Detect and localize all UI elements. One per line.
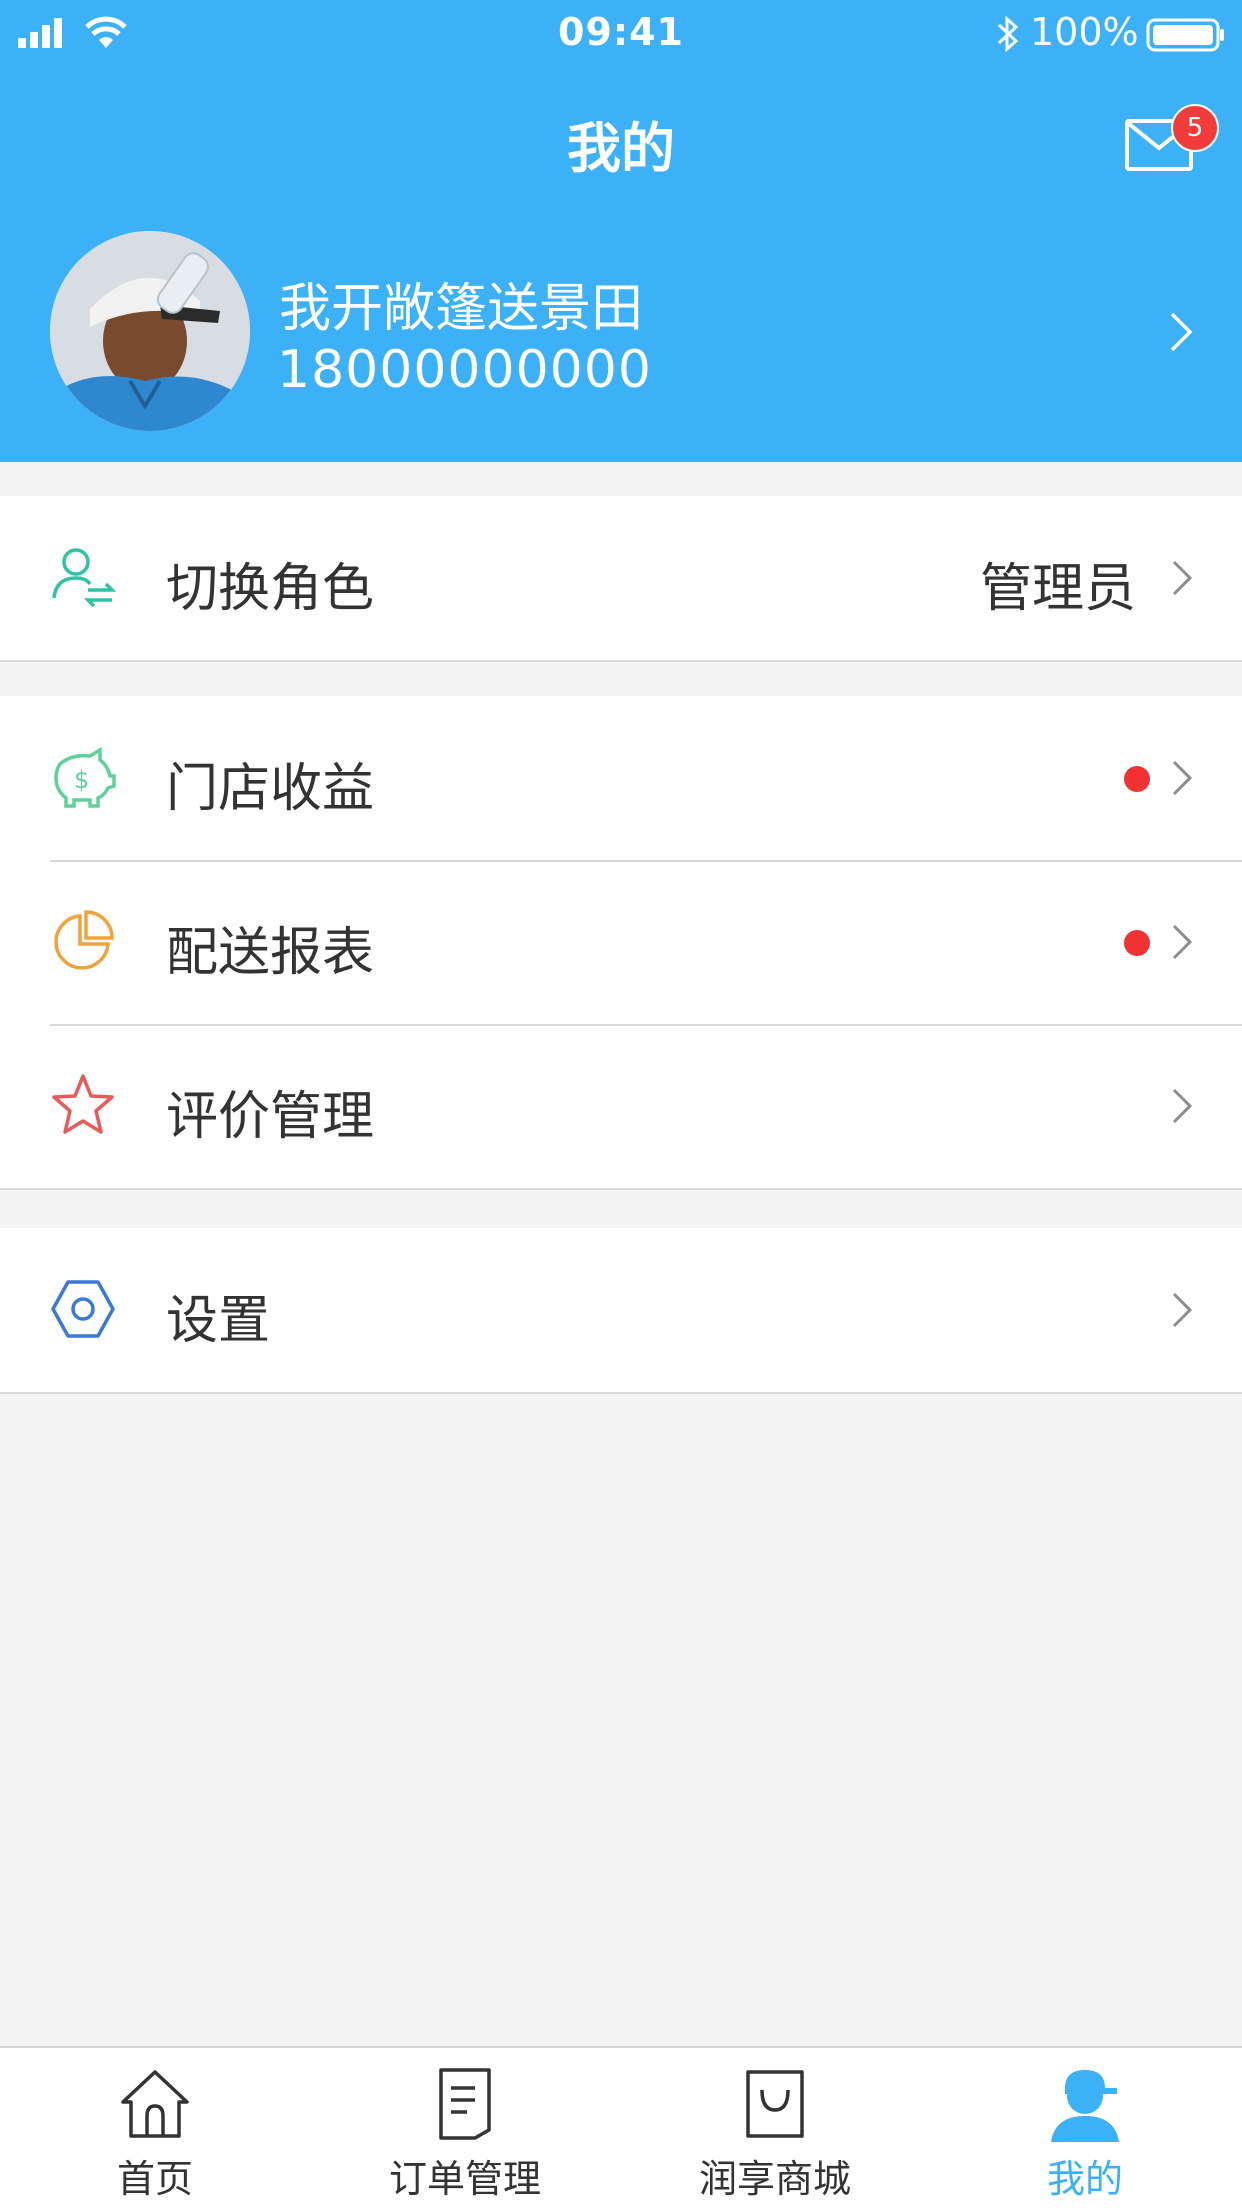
tab-orders[interactable]: 订单管理 xyxy=(310,2048,620,2210)
menu-label: 设置 xyxy=(166,1291,271,1351)
menu-item-store-earnings[interactable]: $ 门店收益 xyxy=(0,696,1242,860)
chevron-right-icon xyxy=(1172,1292,1193,1328)
role-value: 管理员 xyxy=(979,559,1136,619)
tab-home[interactable]: 首页 xyxy=(0,2048,310,2210)
star-icon xyxy=(52,1074,114,1134)
page-title: 我的 xyxy=(567,117,675,180)
profile-header: 09:41 100% 我的 5 我开敞篷送景田 18000000000 xyxy=(0,0,1242,462)
home-icon xyxy=(121,2070,189,2138)
order-icon xyxy=(439,2068,491,2140)
menu-group-role: 切换角色 管理员 xyxy=(0,496,1242,662)
avatar[interactable] xyxy=(50,231,250,431)
shopping-bag-icon xyxy=(746,2070,804,2138)
menu-group-reports: $ 门店收益 配送报表 评价管理 xyxy=(0,696,1242,1190)
tab-bar: 首页 订单管理 润享商城 我的 xyxy=(0,2046,1242,2210)
chevron-right-icon xyxy=(1172,1088,1193,1124)
menu-label: 切换角色 xyxy=(166,559,375,619)
avatar-image xyxy=(50,231,250,431)
notification-dot xyxy=(1124,766,1150,792)
menu-item-review-management[interactable]: 评价管理 xyxy=(0,1024,1242,1188)
settings-hex-icon xyxy=(51,1280,115,1338)
chevron-right-icon[interactable] xyxy=(1168,310,1194,354)
menu-label: 门店收益 xyxy=(166,759,375,819)
pie-chart-icon xyxy=(54,910,114,970)
piggy-bank-icon: $ xyxy=(54,746,116,808)
tab-label: 我的 xyxy=(1046,2157,1123,2201)
battery-percent: 100% xyxy=(1030,10,1139,54)
switch-role-icon xyxy=(52,548,116,608)
bluetooth-icon xyxy=(997,15,1019,53)
user-phone: 18000000000 xyxy=(277,340,652,400)
chevron-right-icon xyxy=(1172,760,1193,796)
svg-text:$: $ xyxy=(74,766,89,794)
menu-group-settings: 设置 xyxy=(0,1228,1242,1394)
tab-mine[interactable]: 我的 xyxy=(930,2048,1240,2210)
tab-label: 订单管理 xyxy=(388,2157,541,2201)
menu-label: 配送报表 xyxy=(166,923,375,983)
tab-label: 润享商城 xyxy=(698,2157,851,2201)
menu-item-switch-role[interactable]: 切换角色 管理员 xyxy=(0,496,1242,660)
tab-label: 首页 xyxy=(116,2157,193,2201)
profile-icon xyxy=(1051,2070,1119,2142)
menu-item-settings[interactable]: 设置 xyxy=(0,1228,1242,1392)
menu-label: 评价管理 xyxy=(166,1087,375,1147)
notification-dot xyxy=(1124,930,1150,956)
user-name: 我开敞篷送景田 xyxy=(279,279,644,339)
chevron-right-icon xyxy=(1172,560,1193,596)
status-bar: 09:41 100% xyxy=(0,0,1242,66)
battery-icon xyxy=(1146,18,1224,52)
chevron-right-icon xyxy=(1172,924,1193,960)
menu-item-delivery-report[interactable]: 配送报表 xyxy=(0,860,1242,1024)
tab-mall[interactable]: 润享商城 xyxy=(620,2048,930,2210)
mail-badge: 5 xyxy=(1171,104,1219,152)
